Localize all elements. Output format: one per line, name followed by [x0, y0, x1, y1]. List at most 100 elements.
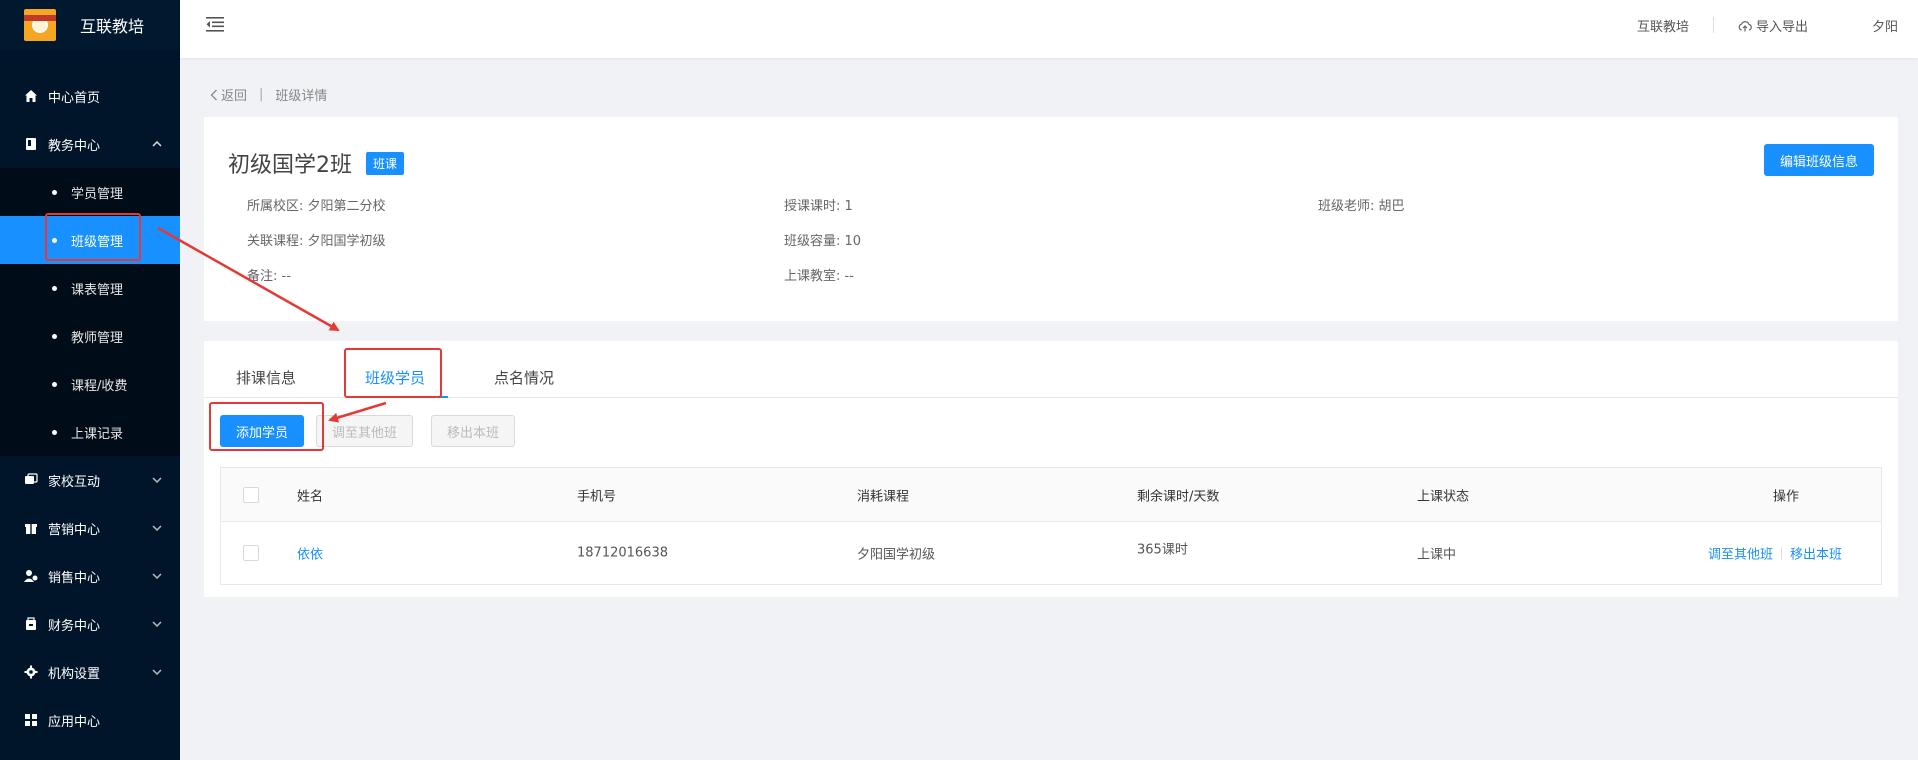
bullet-icon: [52, 189, 57, 195]
sidebar-item-marketing[interactable]: 营销中心: [0, 504, 180, 552]
breadcrumb-separator: |: [259, 87, 264, 102]
row-actions: 调至其他班 移出本班: [1708, 544, 1842, 563]
sales-icon: [24, 569, 38, 583]
chevron-down-icon: [152, 523, 162, 534]
sidebar-item-academic[interactable]: 教务中心: [0, 120, 180, 168]
sidebar-item-students[interactable]: 学员管理: [0, 168, 180, 216]
bullet-icon: [52, 381, 57, 387]
active-tab-indicator: [350, 396, 448, 398]
sidebar-item-finance[interactable]: 财务中心: [0, 600, 180, 648]
student-status: 上课中: [1417, 547, 1457, 563]
sidebar-item-label: 销售中心: [48, 570, 101, 586]
back-link[interactable]: 返回: [210, 85, 247, 104]
chevron-down-icon: [152, 571, 162, 582]
col-header-actions: 操作: [1773, 489, 1800, 504]
sidebar-item-label: 班级管理: [71, 234, 124, 250]
sidebar-item-courses[interactable]: 课程/收费: [0, 360, 180, 408]
remove-from-class-button[interactable]: 移出本班: [431, 415, 516, 447]
chat-icon: [24, 473, 38, 487]
gear-icon: [24, 665, 38, 679]
home-icon: [24, 89, 38, 103]
chevron-up-icon: [152, 139, 162, 150]
info-course: 关联课程: 夕阳国学初级: [247, 234, 386, 249]
chevron-down-icon: [152, 475, 162, 486]
org-name[interactable]: 互联教培: [1637, 16, 1689, 35]
sidebar-item-sales[interactable]: 销售中心: [0, 552, 180, 600]
header-right: 互联教培 导入导出 夕阳: [1637, 0, 1898, 50]
sidebar-item-label: 机构设置: [48, 666, 101, 682]
sidebar-item-label: 学员管理: [71, 186, 124, 202]
table-row: 依依 18712016638 夕阳国学初级 365课时 上课中 调至其他班 移出本…: [221, 522, 1881, 584]
add-student-button[interactable]: 添加学员: [220, 415, 305, 447]
sidebar-item-records[interactable]: 上课记录: [0, 408, 180, 456]
sidebar-item-settings[interactable]: 机构设置: [0, 648, 180, 696]
info-teacher: 班级老师: 胡巴: [1318, 199, 1405, 214]
bullet-icon: [52, 333, 57, 339]
top-header: 互联教培 导入导出 夕阳: [180, 0, 1918, 58]
edit-class-button[interactable]: 编辑班级信息: [1763, 144, 1874, 176]
sidebar-item-label: 上课记录: [71, 426, 124, 442]
row-transfer-link[interactable]: 调至其他班: [1708, 548, 1773, 563]
breadcrumb-current: 班级详情: [275, 89, 328, 104]
bullet-icon: [52, 237, 57, 243]
tab-class-students[interactable]: 班级学员: [365, 367, 425, 388]
student-name-link[interactable]: 依依: [297, 544, 323, 563]
sidebar-item-schedule[interactable]: 课表管理: [0, 264, 180, 312]
info-lesson-hours: 授课课时: 1: [784, 199, 853, 214]
sidebar-item-label: 财务中心: [48, 618, 101, 634]
student-course: 夕阳国学初级: [857, 547, 936, 563]
transfer-class-button[interactable]: 调至其他班: [316, 415, 414, 447]
chevron-left-icon: [210, 89, 217, 100]
import-export-link[interactable]: 导入导出: [1738, 16, 1808, 35]
breadcrumb: 返回 | 班级详情: [210, 85, 327, 104]
info-capacity: 班级容量: 10: [784, 234, 862, 249]
header-divider: [1712, 17, 1714, 33]
info-remark: 备注: --: [247, 269, 291, 284]
tab-schedule[interactable]: 排课信息: [236, 367, 296, 388]
sidebar-item-label: 课表管理: [71, 282, 124, 298]
sidebar-item-home[interactable]: 中心首页: [0, 72, 180, 120]
class-title-row: 初级国学2班 班课: [228, 147, 405, 179]
sidebar-item-label: 营销中心: [48, 522, 101, 538]
gift-icon: [24, 521, 38, 535]
class-title: 初级国学2班: [228, 153, 352, 178]
col-header-course: 消耗课程: [857, 489, 910, 504]
col-header-status: 上课状态: [1417, 489, 1470, 504]
sidebar-item-classes[interactable]: 班级管理: [0, 216, 180, 264]
col-header-remaining: 剩余课时/天数: [1137, 489, 1220, 504]
col-header-name: 姓名: [297, 489, 324, 504]
book-icon: [24, 137, 38, 151]
sidebar: 互联教培 中心首页 教务中心 学员管理 班级管理 课表管理 教师管理 课程/收费…: [0, 0, 180, 760]
students-table: 姓名 手机号 消耗课程 剩余课时/天数 上课状态 操作 依依 187120166…: [220, 467, 1882, 585]
row-remove-link[interactable]: 移出本班: [1790, 548, 1842, 563]
sidebar-item-label: 应用中心: [48, 714, 101, 730]
import-export-label: 导入导出: [1755, 19, 1808, 35]
table-header: 姓名 手机号 消耗课程 剩余课时/天数 上课状态 操作: [221, 468, 1881, 522]
sidebar-item-teachers[interactable]: 教师管理: [0, 312, 180, 360]
sidebar-item-label: 家校互动: [48, 474, 101, 490]
class-type-badge: 班课: [366, 151, 405, 175]
logo-area: 互联教培: [0, 0, 180, 50]
action-divider: [1781, 547, 1783, 560]
back-label: 返回: [221, 89, 248, 104]
bullet-icon: [52, 429, 57, 435]
grid-icon: [24, 713, 38, 727]
menu-fold-icon[interactable]: [206, 16, 224, 32]
app-title: 互联教培: [80, 17, 145, 36]
student-remaining: 365课时: [1137, 542, 1188, 558]
bullet-icon: [52, 285, 57, 291]
sidebar-item-label: 中心首页: [48, 90, 101, 106]
select-all-checkbox[interactable]: [243, 486, 259, 503]
sidebar-submenu-academic: 学员管理 班级管理 课表管理 教师管理 课程/收费 上课记录: [0, 168, 180, 456]
row-checkbox[interactable]: [243, 545, 259, 561]
user-name[interactable]: 夕阳: [1872, 16, 1898, 35]
info-classroom: 上课教室: --: [784, 269, 854, 284]
info-campus: 所属校区: 夕阳第二分校: [247, 199, 386, 214]
tab-attendance[interactable]: 点名情况: [494, 367, 554, 388]
sidebar-item-label: 教师管理: [71, 330, 124, 346]
sidebar-item-home-school[interactable]: 家校互动: [0, 456, 180, 504]
class-students-card: 排课信息 班级学员 点名情况 添加学员 调至其他班 移出本班 姓名 手机号 消耗…: [204, 341, 1898, 597]
sidebar-item-apps[interactable]: 应用中心: [0, 696, 180, 744]
logo: [24, 9, 56, 41]
chevron-down-icon: [152, 667, 162, 678]
